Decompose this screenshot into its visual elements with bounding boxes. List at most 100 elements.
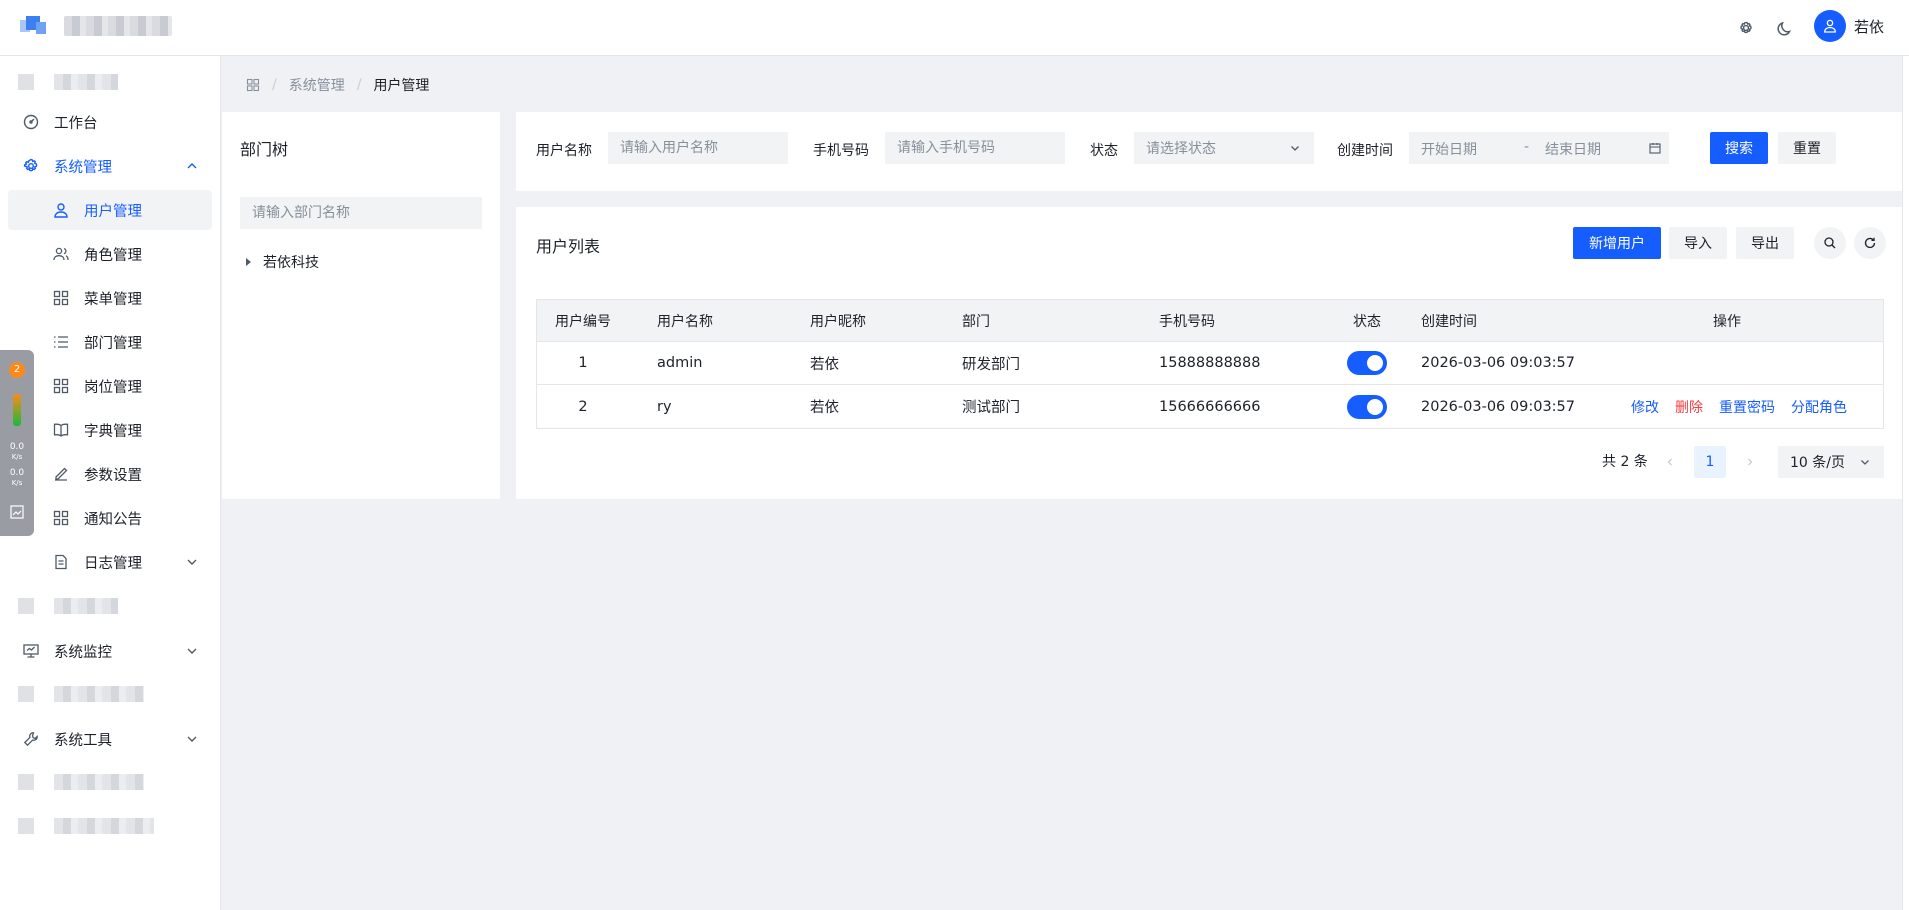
- level-bar: [13, 394, 21, 426]
- user-list-panel: 用户列表 新增用户 导入 导出 用户编号 用户名称 用户昵称 部门 手机号码 状…: [516, 207, 1909, 499]
- screenshot-icon[interactable]: [9, 504, 25, 520]
- page-size-select[interactable]: 10 条/页: [1778, 446, 1884, 478]
- date-range-picker[interactable]: 开始日期 - 结束日期: [1409, 132, 1669, 164]
- sidebar-item-notices[interactable]: 通知公告: [8, 498, 212, 538]
- monitor-icon: [22, 642, 40, 660]
- delete-link[interactable]: 删除: [1675, 397, 1703, 417]
- sidebar-item-depts[interactable]: 部门管理: [8, 322, 212, 362]
- sidebar-item-tools[interactable]: 系统工具: [8, 719, 212, 759]
- floating-speed-widget[interactable]: 2 0.0 K/s 0.0 K/s: [0, 350, 34, 536]
- refresh-icon: [1864, 237, 1876, 249]
- import-button[interactable]: 导入: [1669, 227, 1727, 259]
- page-size-value: 10 条/页: [1790, 455, 1845, 471]
- sidebar-item-menus[interactable]: 菜单管理: [8, 278, 212, 318]
- user-icon: [52, 201, 70, 219]
- notification-badge: 2: [9, 362, 25, 378]
- cell-nickname: 若依: [810, 356, 839, 373]
- status-toggle[interactable]: [1347, 351, 1387, 375]
- status-toggle[interactable]: [1347, 394, 1387, 419]
- col-header: 手机号码: [1159, 313, 1215, 330]
- next-page-button[interactable]: [1734, 446, 1766, 478]
- col-header: 用户编号: [555, 313, 611, 330]
- sidebar-item-logs[interactable]: 日志管理: [8, 542, 212, 582]
- top-header: 若依: [0, 0, 1909, 56]
- cell-nickname: 若依: [810, 400, 839, 416]
- sidebar-item-label: 角色管理: [84, 247, 142, 264]
- status-label: 状态: [1090, 143, 1118, 159]
- sidebar-item-label: 用户管理: [84, 203, 142, 220]
- gear-icon[interactable]: [1734, 16, 1758, 40]
- start-date-input[interactable]: 开始日期: [1421, 139, 1477, 159]
- phone-input[interactable]: [885, 132, 1065, 164]
- sidebar-item-dict[interactable]: 字典管理: [8, 410, 212, 450]
- col-header: 用户名称: [657, 313, 713, 330]
- add-user-button[interactable]: 新增用户: [1573, 227, 1661, 259]
- phone-label: 手机号码: [813, 143, 869, 159]
- col-header: 用户昵称: [810, 313, 866, 330]
- upload-speed: 0.0: [9, 442, 25, 452]
- dashboard-icon: [22, 113, 40, 131]
- user-list-title: 用户列表: [536, 237, 601, 256]
- table-row[interactable]: 1 admin 若依 研发部门 15888888888 2026-03-06 0…: [537, 342, 1883, 385]
- gear-icon: [22, 157, 40, 175]
- sidebar-item-label: 字典管理: [84, 423, 142, 440]
- page-scrollbar[interactable]: [1902, 56, 1909, 910]
- grid-icon: [52, 377, 70, 395]
- chevron-down-icon: [187, 736, 197, 742]
- col-header: 创建时间: [1421, 313, 1477, 330]
- file-icon: [52, 553, 70, 571]
- toggle-search-button[interactable]: [1814, 227, 1846, 259]
- edit-link[interactable]: 修改: [1631, 397, 1659, 417]
- cell-user-id: 1: [578, 355, 588, 371]
- sidebar-item-monitor[interactable]: 系统监控: [8, 631, 212, 671]
- user-name[interactable]: 若依: [1854, 16, 1884, 37]
- home-icon[interactable]: [246, 78, 260, 92]
- cell-phone: 15666666666: [1159, 398, 1261, 415]
- breadcrumb-item[interactable]: 系统管理: [289, 75, 345, 95]
- app-title-redacted: [64, 16, 172, 36]
- sidebar-item-users[interactable]: 用户管理: [8, 190, 212, 230]
- range-separator: -: [1524, 139, 1530, 155]
- search-button[interactable]: 搜索: [1710, 132, 1768, 164]
- sidebar-item-label: 系统监控: [54, 644, 112, 661]
- assign-role-link[interactable]: 分配角色: [1791, 397, 1847, 417]
- reset-password-link[interactable]: 重置密码: [1719, 397, 1775, 417]
- breadcrumb-separator: /: [356, 77, 362, 93]
- cell-status: [1317, 385, 1417, 428]
- tool-icon: [22, 730, 40, 748]
- col-header: 部门: [962, 313, 990, 330]
- user-icon: [1824, 19, 1836, 33]
- cell-username: admin: [657, 355, 703, 371]
- sidebar-item-label: 菜单管理: [84, 291, 142, 308]
- reset-button[interactable]: 重置: [1778, 132, 1836, 164]
- logo-icon[interactable]: [20, 16, 46, 36]
- sidebar-item-params[interactable]: 参数设置: [8, 454, 212, 494]
- export-button[interactable]: 导出: [1736, 227, 1794, 259]
- dept-tree-panel: 部门树 若依科技: [222, 112, 500, 499]
- moon-icon[interactable]: [1774, 16, 1798, 40]
- tree-node-label[interactable]: 若依科技: [263, 252, 319, 272]
- dept-search-input[interactable]: [240, 197, 482, 229]
- sidebar-item-system[interactable]: 系统管理: [8, 146, 212, 186]
- sidebar-item-posts[interactable]: 岗位管理: [8, 366, 212, 406]
- prev-page-button[interactable]: [1654, 446, 1686, 478]
- chevron-down-icon: [1291, 146, 1299, 151]
- tree-node[interactable]: 若依科技: [246, 252, 319, 272]
- edit-icon: [52, 465, 70, 483]
- user-avatar[interactable]: [1814, 10, 1846, 42]
- breadcrumb-separator: /: [272, 77, 277, 93]
- cell-actions: 修改 删除 重置密码 分配角色: [1631, 385, 1847, 428]
- chevron-up-icon: [187, 163, 197, 169]
- user-table: 用户编号 用户名称 用户昵称 部门 手机号码 状态 创建时间 操作 1 admi…: [536, 299, 1884, 429]
- refresh-button[interactable]: [1854, 227, 1886, 259]
- sidebar-item-roles[interactable]: 角色管理: [8, 234, 212, 274]
- list-icon: [52, 333, 70, 351]
- sidebar-item-workbench[interactable]: 工作台: [8, 102, 212, 142]
- page-number-current[interactable]: 1: [1694, 446, 1726, 478]
- username-input[interactable]: [608, 132, 788, 164]
- caret-right-icon[interactable]: [246, 258, 251, 266]
- users-icon: [52, 245, 70, 263]
- table-row[interactable]: 2 ry 若依 测试部门 15666666666 2026-03-06 09:0…: [537, 385, 1883, 428]
- end-date-input[interactable]: 结束日期: [1545, 139, 1601, 159]
- status-select[interactable]: 请选择状态: [1134, 132, 1314, 164]
